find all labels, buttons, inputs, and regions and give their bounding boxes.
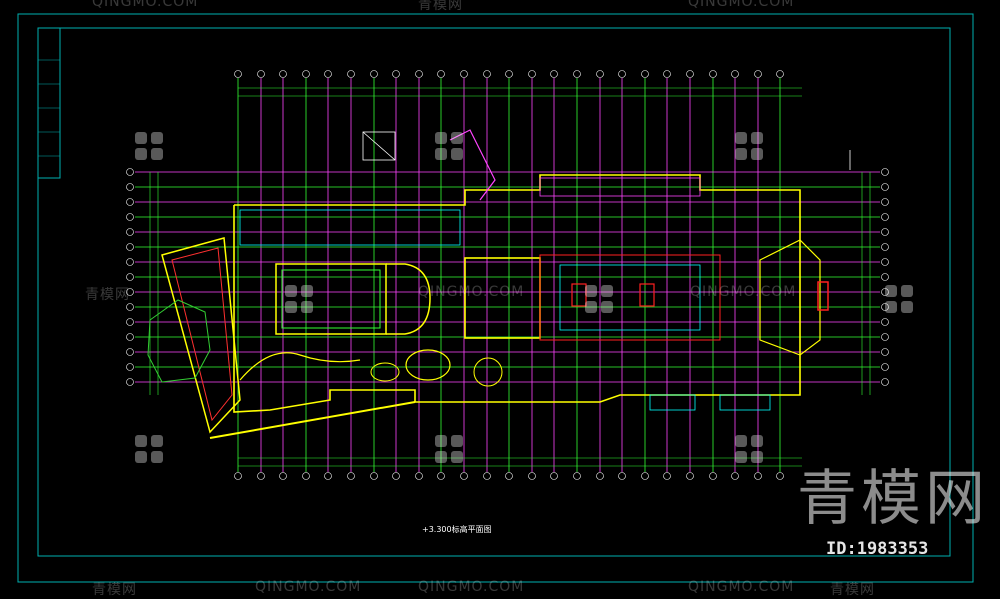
watermark-tile: QINGMO.COM bbox=[418, 284, 525, 300]
watermark-logo-icon bbox=[735, 435, 765, 465]
watermark-logo-icon bbox=[585, 285, 615, 315]
brand-watermark: 青模网 bbox=[797, 464, 989, 534]
watermark-logo-icon bbox=[435, 435, 465, 465]
watermark-tile: QINGMO.COM bbox=[688, 579, 795, 595]
watermark-tile: 青模网 bbox=[85, 287, 130, 303]
watermark-tile: 青模网 bbox=[830, 582, 875, 598]
image-id-label: ID:1983353 bbox=[826, 539, 929, 559]
watermark-logo-icon bbox=[735, 132, 765, 162]
watermark-logo-icon bbox=[885, 285, 915, 315]
watermark-tile: QINGMO.COM bbox=[92, 0, 199, 10]
watermark-tile: QINGMO.COM bbox=[418, 579, 525, 595]
watermark-logo-icon bbox=[435, 132, 465, 162]
watermark-tile: QINGMO.COM bbox=[690, 284, 797, 300]
drawing-title: +3.300标高平面图 bbox=[422, 525, 492, 534]
watermark-tile: QINGMO.COM bbox=[688, 0, 795, 10]
watermark-tile: QINGMO.COM bbox=[255, 579, 362, 595]
watermark-tile: 青模网 bbox=[92, 582, 137, 598]
watermark-tile: 青模网 bbox=[418, 0, 463, 13]
watermark-logo-icon bbox=[135, 132, 165, 162]
watermark-logo-icon bbox=[135, 435, 165, 465]
watermark-logo-icon bbox=[285, 285, 315, 315]
